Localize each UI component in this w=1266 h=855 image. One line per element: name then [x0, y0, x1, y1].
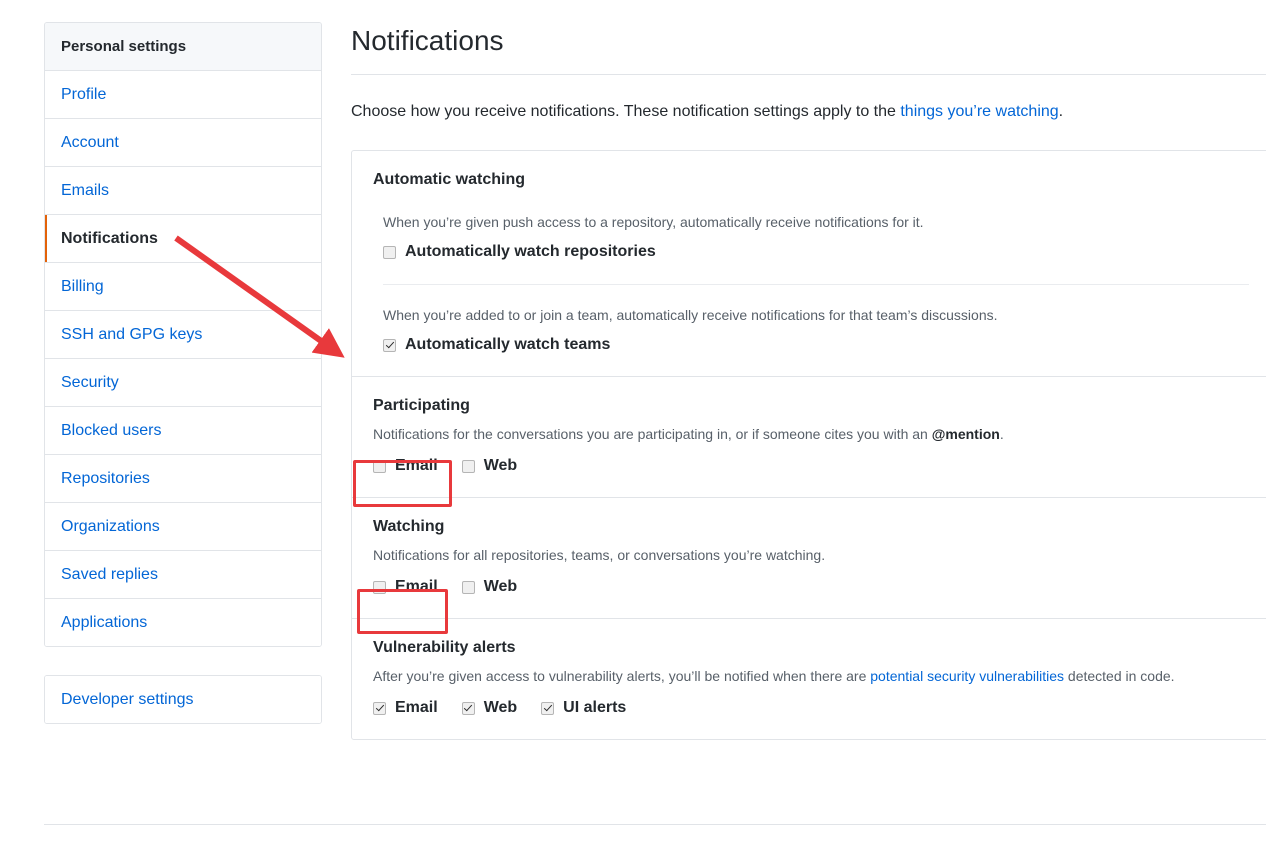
- sidebar-item-label: Organizations: [61, 518, 160, 535]
- page-title: Notifications: [351, 22, 1266, 75]
- sidebar-item-security[interactable]: Security: [45, 359, 321, 407]
- page-footer-divider: [44, 824, 1266, 825]
- sidebar-item-label: Emails: [61, 182, 110, 199]
- watching-options: Email Web: [373, 576, 1259, 598]
- checkbox-label: Web: [483, 578, 518, 595]
- intro-text-before: Choose how you receive notifications. Th…: [351, 103, 901, 120]
- checkbox-label: Automatically watch teams: [405, 336, 611, 353]
- checkbox-label: Web: [483, 457, 518, 474]
- sidebar-item-emails[interactable]: Emails: [45, 167, 321, 215]
- sidebar-item-saved-replies[interactable]: Saved replies: [45, 551, 321, 599]
- participating-description: Notifications for the conversations you …: [373, 424, 1259, 444]
- section-title-automatic-watching: Automatic watching: [373, 171, 526, 188]
- notifications-settings-main: Notifications Choose how you receive not…: [351, 22, 1266, 740]
- checkbox-vulnerability-email[interactable]: [373, 701, 386, 715]
- sidebar-item-developer-settings[interactable]: Developer settings: [45, 676, 321, 723]
- checkbox-automatically-watch-repositories[interactable]: [383, 245, 396, 259]
- sidebar-item-label: Notifications: [61, 230, 158, 247]
- sidebar-item-label: Repositories: [61, 470, 150, 487]
- watching-description: Notifications for all repositories, team…: [373, 547, 826, 563]
- settings-sidebar: Personal settings Profile Account Emails…: [44, 22, 322, 724]
- things-youre-watching-link[interactable]: things you’re watching: [900, 103, 1058, 120]
- checkbox-watching-email[interactable]: [373, 580, 386, 594]
- section-automatic-watching: Automatic watching When you’re given pus…: [352, 151, 1266, 377]
- mention-keyword: @mention: [931, 426, 1000, 442]
- participating-option-email[interactable]: Email: [373, 455, 438, 477]
- sidebar-item-label: Account: [61, 134, 119, 151]
- sidebar-item-label: Security: [61, 374, 119, 391]
- automatic-watch-repositories-row[interactable]: Automatically watch repositories: [383, 241, 1259, 263]
- developer-settings-nav: Developer settings: [44, 675, 322, 724]
- vulnerability-alerts-description: After you’re given access to vulnerabili…: [373, 666, 1259, 686]
- potential-security-vulnerabilities-link[interactable]: potential security vulnerabilities: [870, 668, 1064, 684]
- participating-description-before: Notifications for the conversations you …: [373, 426, 932, 442]
- watching-option-web[interactable]: Web: [461, 576, 518, 598]
- section-title-vulnerability-alerts: Vulnerability alerts: [373, 639, 516, 656]
- sidebar-item-label: Applications: [61, 614, 148, 631]
- automatic-watch-repositories-description: When you’re given push access to a repos…: [383, 214, 924, 230]
- checkbox-vulnerability-web[interactable]: [461, 701, 475, 715]
- sidebar-item-organizations[interactable]: Organizations: [45, 503, 321, 551]
- intro-text-after: .: [1058, 103, 1064, 120]
- checkbox-watching-web[interactable]: [461, 580, 475, 594]
- intro-text: Choose how you receive notifications. Th…: [351, 75, 1266, 150]
- sidebar-item-notifications[interactable]: Notifications: [45, 215, 321, 263]
- personal-settings-nav: Personal settings Profile Account Emails…: [44, 22, 322, 647]
- participating-option-web[interactable]: Web: [461, 455, 518, 477]
- automatic-watch-teams-description: When you’re added to or join a team, aut…: [383, 307, 998, 323]
- sidebar-item-label: SSH and GPG keys: [61, 326, 203, 343]
- vulnerability-option-ui-alerts[interactable]: UI alerts: [541, 697, 626, 719]
- vulnerability-description-before: After you’re given access to vulnerabili…: [373, 668, 871, 684]
- sidebar-item-label: Saved replies: [61, 566, 158, 583]
- checkbox-vulnerability-ui-alerts[interactable]: [541, 701, 555, 715]
- sidebar-item-ssh-and-gpg-keys[interactable]: SSH and GPG keys: [45, 311, 321, 359]
- sidebar-item-blocked-users[interactable]: Blocked users: [45, 407, 321, 455]
- sidebar-item-applications[interactable]: Applications: [45, 599, 321, 646]
- section-vulnerability-alerts: Vulnerability alerts After you’re given …: [352, 619, 1266, 739]
- section-title-participating: Participating: [373, 397, 470, 414]
- notifications-panel: Automatic watching When you’re given pus…: [351, 150, 1266, 740]
- sidebar-item-label: Blocked users: [61, 422, 162, 439]
- checkbox-automatically-watch-teams[interactable]: [383, 338, 396, 352]
- checkbox-label: Web: [483, 699, 518, 716]
- vulnerability-alerts-options: Email Web UI alerts: [373, 697, 1259, 719]
- vulnerability-option-email[interactable]: Email: [373, 697, 438, 719]
- vulnerability-description-after: detected in code.: [1064, 668, 1175, 684]
- section-watching: Watching Notifications for all repositor…: [352, 498, 1266, 619]
- automatic-watch-teams-row[interactable]: Automatically watch teams: [383, 334, 1259, 356]
- sidebar-item-label: Billing: [61, 278, 104, 295]
- sidebar-item-profile[interactable]: Profile: [45, 71, 321, 119]
- sidebar-item-billing[interactable]: Billing: [45, 263, 321, 311]
- checkbox-label: Email: [395, 699, 438, 716]
- automatic-watching-divider: [383, 284, 1249, 285]
- participating-description-after: .: [999, 426, 1004, 442]
- participating-options: Email Web: [373, 455, 1259, 477]
- checkbox-participating-email[interactable]: [373, 459, 386, 473]
- section-title-watching: Watching: [373, 518, 445, 535]
- checkbox-label: Email: [395, 578, 438, 595]
- checkbox-label: Email: [395, 457, 438, 474]
- section-participating: Participating Notifications for the conv…: [352, 377, 1266, 498]
- watching-option-email[interactable]: Email: [373, 576, 438, 598]
- checkbox-participating-web[interactable]: [461, 459, 475, 473]
- sidebar-header: Personal settings: [45, 23, 321, 71]
- sidebar-item-account[interactable]: Account: [45, 119, 321, 167]
- sidebar-item-label: Profile: [61, 86, 107, 103]
- sidebar-item-label: Developer settings: [61, 691, 194, 708]
- checkbox-label: Automatically watch repositories: [405, 243, 656, 260]
- checkbox-label: UI alerts: [563, 699, 627, 716]
- vulnerability-option-web[interactable]: Web: [461, 697, 518, 719]
- sidebar-item-repositories[interactable]: Repositories: [45, 455, 321, 503]
